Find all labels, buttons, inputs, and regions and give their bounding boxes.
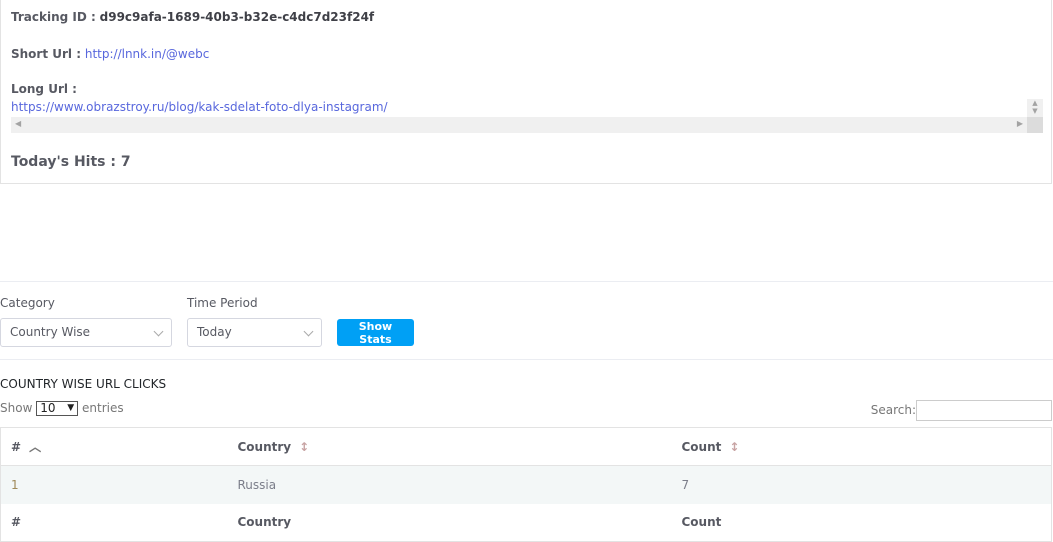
short-url-row: Short Url : http://lnnk.in/@webc: [11, 47, 210, 61]
category-label: Category: [0, 296, 55, 310]
chevron-down-icon: [153, 326, 164, 337]
tracking-id: d99c9afa-1689-40b3-b32e-c4dc7d23f24f: [99, 10, 375, 24]
dropdown-arrow-icon: ▼: [67, 403, 75, 413]
category-select[interactable]: Country Wise: [0, 318, 172, 347]
horizontal-scrollbar[interactable]: ◀ ▶: [11, 117, 1027, 133]
vertical-scrollbar[interactable]: ▲ ▼: [1027, 99, 1043, 117]
time-period-select[interactable]: Today: [187, 318, 322, 347]
long-url-scroll-area: ▲ ▼ ◀ ▶: [11, 99, 1043, 133]
table-title: COUNTRY WISE URL CLICKS: [0, 377, 167, 391]
divider: [0, 281, 1053, 282]
divider: [0, 359, 1053, 360]
todays-hits: Today's Hits : 7: [11, 154, 131, 170]
chevron-down-icon: [303, 326, 314, 337]
table-footer: # Country Count: [11, 515, 722, 530]
tracking-id-row: Tracking ID : d99c9afa-1689-40b3-b32e-c4…: [11, 10, 375, 24]
long-url-label: Long Url :: [11, 82, 77, 96]
url-details-card: Tracking ID : d99c9afa-1689-40b3-b32e-c4…: [0, 0, 1052, 184]
short-url-link[interactable]: http://lnnk.in/@webc: [85, 47, 209, 61]
scroll-left-icon[interactable]: ◀: [15, 119, 21, 128]
entries-select[interactable]: 10 ▼: [36, 401, 79, 416]
column-header-index[interactable]: # ︿: [0, 427, 228, 466]
scroll-right-icon[interactable]: ▶: [1017, 119, 1023, 128]
column-header-country[interactable]: Country ↕: [227, 427, 672, 466]
table-row: 1 Russia 7: [0, 465, 1052, 504]
search-area: Search:: [871, 400, 1052, 421]
time-period-label: Time Period: [187, 296, 258, 310]
clicks-table: # ︿ Country ↕ Count ↕ 1 Russia 7 # Country …: [0, 427, 1052, 542]
column-header-count[interactable]: Count ↕: [671, 427, 1052, 466]
sort-icon: ↕: [729, 439, 740, 454]
sort-ascending-icon: ︿: [29, 440, 42, 454]
entries-length: Show 10 ▼ entries: [0, 401, 124, 416]
sort-icon: ↕: [299, 439, 310, 454]
search-input[interactable]: [916, 400, 1052, 421]
show-stats-button[interactable]: Show Stats: [337, 319, 414, 346]
